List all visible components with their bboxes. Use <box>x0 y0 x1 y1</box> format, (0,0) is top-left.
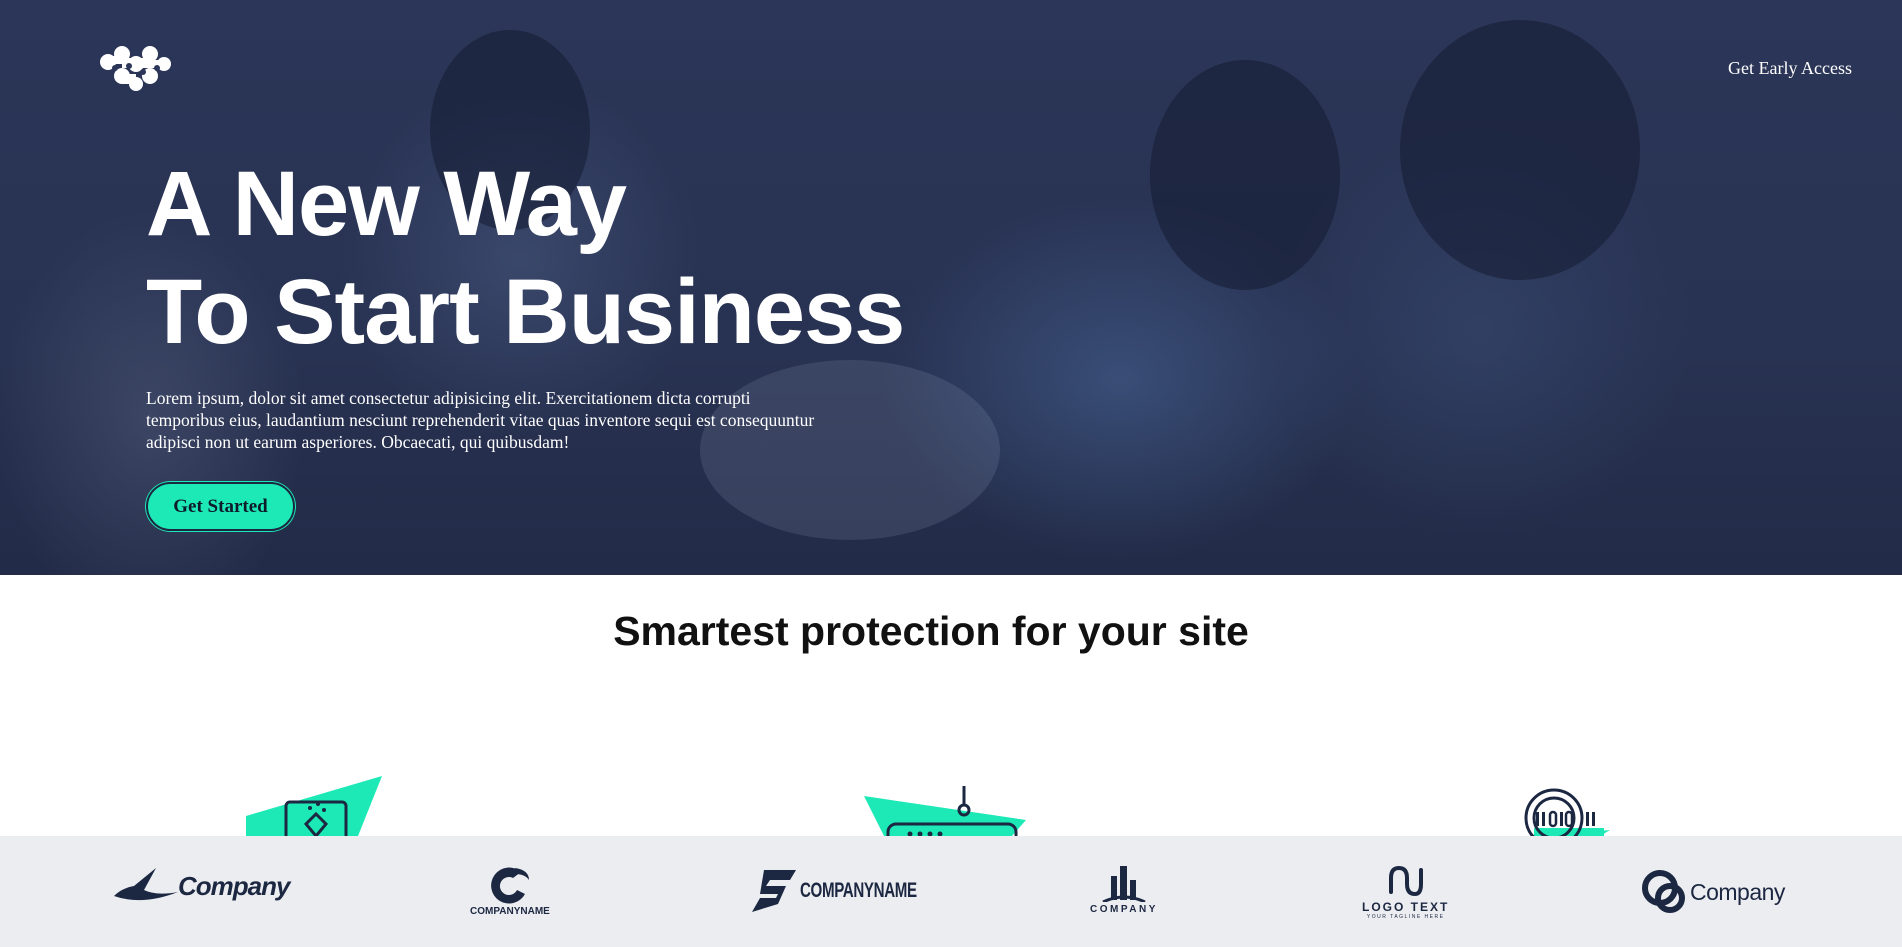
linked-rings-icon <box>1642 870 1685 913</box>
brand-logo-2-text: COMPANYNAME <box>470 906 550 917</box>
hero-photo-person-head <box>1150 60 1340 290</box>
get-early-access-link[interactable]: Get Early Access <box>1728 58 1852 79</box>
fingerprint-icon <box>1524 788 1610 836</box>
brand-logo-3-text: COMPANYNAME <box>800 879 917 902</box>
brand-logo-6[interactable]: Company <box>1640 868 1785 916</box>
brand-logo-2[interactable]: COMPANYNAME <box>470 864 550 917</box>
hero-description: Lorem ipsum, dolor sit amet consectetur … <box>146 388 815 452</box>
section-title: Smartest protection for your site <box>613 608 1249 654</box>
brand-logo-4-text: COMPANY <box>1090 904 1158 915</box>
hero-title-line2: To Start Business <box>146 261 905 363</box>
partner-logo-bar: Company COMPANYNAME COMPANYNAME COMPANY … <box>0 836 1902 947</box>
hero-photo-person-head <box>1400 20 1640 280</box>
get-started-button[interactable]: Get Started <box>146 482 295 531</box>
brand-logo-1-text: Company <box>178 870 290 901</box>
hero-section: Get Early Access A New Way To Start Busi… <box>0 0 1902 575</box>
hero-title-line1: A New Way <box>146 153 627 255</box>
molecule-logo-icon[interactable] <box>98 46 172 92</box>
brand-logo-5-text: LOGO TEXT <box>1362 900 1450 914</box>
buildings-icon <box>1102 866 1146 902</box>
brand-logo-5-tagline: YOUR TAGLINE HERE <box>1366 914 1445 920</box>
s-slash-icon <box>752 870 796 912</box>
witch-hat-icon <box>114 868 178 901</box>
wave-loop-icon <box>1388 865 1423 897</box>
brand-logo-5[interactable]: LOGO TEXT YOUR TAGLINE HERE <box>1362 864 1449 920</box>
laptop-shield-icon <box>246 776 382 836</box>
router-icon <box>864 786 1026 836</box>
hero-title: A New Way To Start Business <box>146 150 905 366</box>
brand-logo-6-text: Company <box>1690 878 1785 905</box>
brand-logo-3[interactable]: COMPANYNAME <box>752 868 962 914</box>
brand-logo-4[interactable]: COMPANY <box>1090 864 1158 915</box>
brand-logo-1[interactable]: Company <box>112 866 290 906</box>
c-swirl-icon <box>491 867 529 904</box>
